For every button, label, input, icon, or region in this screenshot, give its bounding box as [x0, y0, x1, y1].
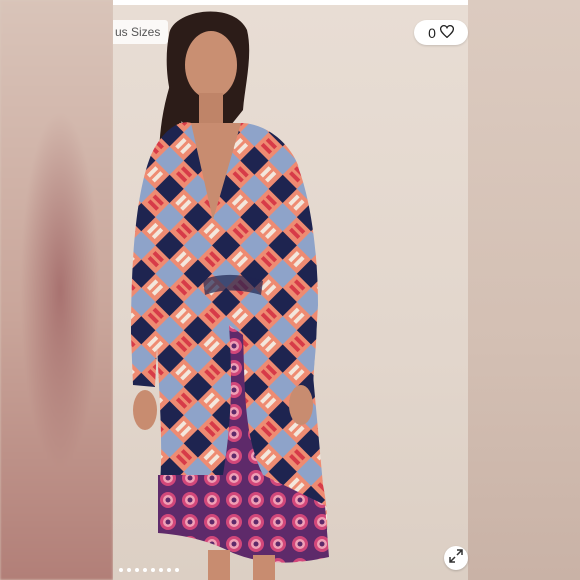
expand-icon: [449, 548, 463, 568]
pagination-dot[interactable]: [159, 568, 163, 572]
pagination-dot[interactable]: [119, 568, 123, 572]
pagination-dots[interactable]: [119, 568, 179, 572]
expand-button[interactable]: [444, 546, 468, 570]
model-illustration: [131, 11, 329, 580]
sizes-tag[interactable]: us Sizes: [113, 20, 169, 44]
sizes-tag-label: us Sizes: [115, 25, 161, 39]
pagination-dot[interactable]: [143, 568, 147, 572]
pagination-dot[interactable]: [127, 568, 131, 572]
pagination-dot[interactable]: [135, 568, 139, 572]
pagination-dot[interactable]: [167, 568, 171, 572]
product-photo[interactable]: [113, 5, 468, 580]
heart-icon: [439, 24, 454, 41]
like-count: 0: [428, 24, 436, 41]
pagination-dot[interactable]: [175, 568, 179, 572]
pagination-dot[interactable]: [151, 568, 155, 572]
blurred-background-right: [468, 0, 580, 580]
like-button[interactable]: 0: [414, 20, 468, 45]
listing-image-viewer: us Sizes 0: [0, 0, 580, 580]
blurred-background-left: [0, 0, 113, 580]
